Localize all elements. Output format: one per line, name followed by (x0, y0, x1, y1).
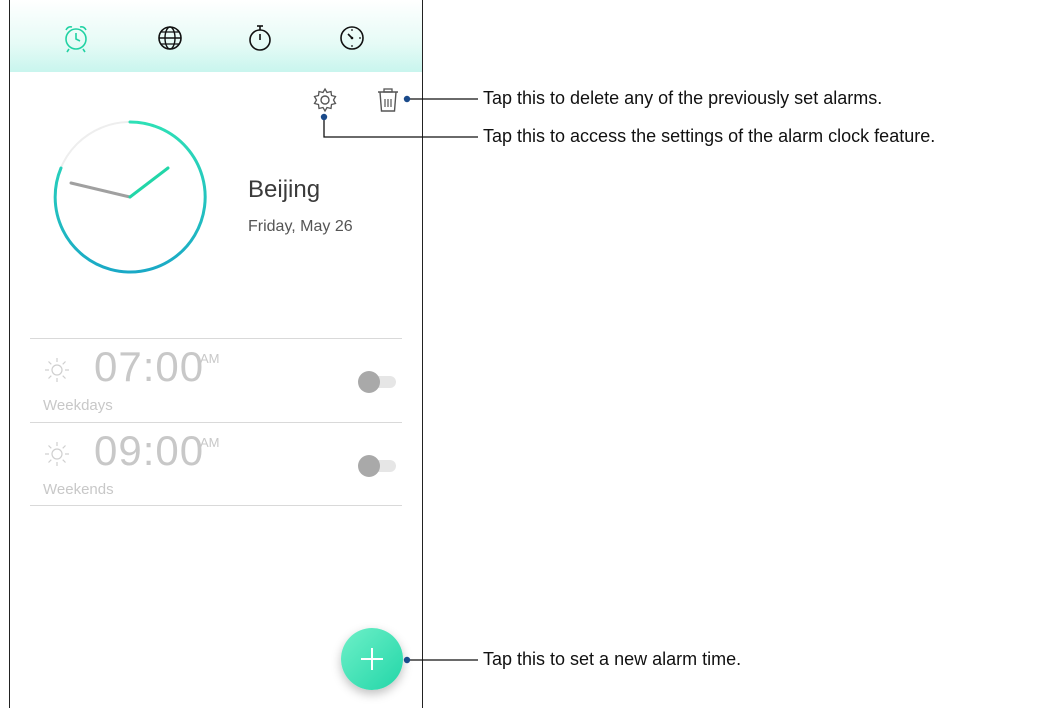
alarm-ampm: AM (200, 435, 220, 450)
tab-stopwatch[interactable] (240, 20, 280, 56)
globe-icon (158, 26, 182, 50)
world-clock-city: Beijing (248, 176, 321, 203)
alarm-toggle[interactable] (358, 371, 398, 393)
hour-hand (69, 181, 132, 199)
alarm-repeat: Weekends (43, 481, 114, 498)
gear-icon[interactable] (311, 86, 339, 114)
clock-app-screen: Beijing Friday, May 26 07:00 AM Weekdays (9, 0, 423, 708)
alarm-time: 09:00 (94, 427, 205, 474)
add-alarm-button[interactable] (341, 628, 403, 690)
world-clock-date: Friday, May 26 (248, 218, 353, 235)
alarm-row[interactable]: 09:00 AM Weekends (30, 422, 402, 506)
tab-timer[interactable] (332, 20, 372, 56)
alarm-ampm: AM (200, 351, 220, 366)
alarm-time: 07:00 (94, 343, 205, 390)
minute-hand (128, 166, 170, 199)
sun-icon (45, 358, 69, 382)
callout-settings: Tap this to access the settings of the a… (483, 126, 936, 146)
alarm-row[interactable]: 07:00 AM Weekdays (30, 338, 402, 422)
stopwatch-icon (249, 25, 271, 51)
analog-clock (53, 120, 207, 274)
alarm-repeat: Weekdays (43, 397, 113, 414)
alarm-toggle[interactable] (358, 455, 398, 477)
callout-delete: Tap this to delete any of the previously… (483, 88, 883, 108)
trash-icon[interactable] (374, 86, 402, 114)
toggle-knob (358, 455, 380, 477)
toggle-knob (358, 371, 380, 393)
alarm-clock-icon (65, 26, 87, 53)
callout-add: Tap this to set a new alarm time. (483, 649, 742, 669)
tab-world-clock[interactable] (150, 20, 190, 56)
timer-icon (340, 26, 364, 50)
tab-alarm[interactable] (56, 20, 96, 56)
sun-icon (45, 442, 69, 466)
tab-bar (10, 0, 422, 72)
